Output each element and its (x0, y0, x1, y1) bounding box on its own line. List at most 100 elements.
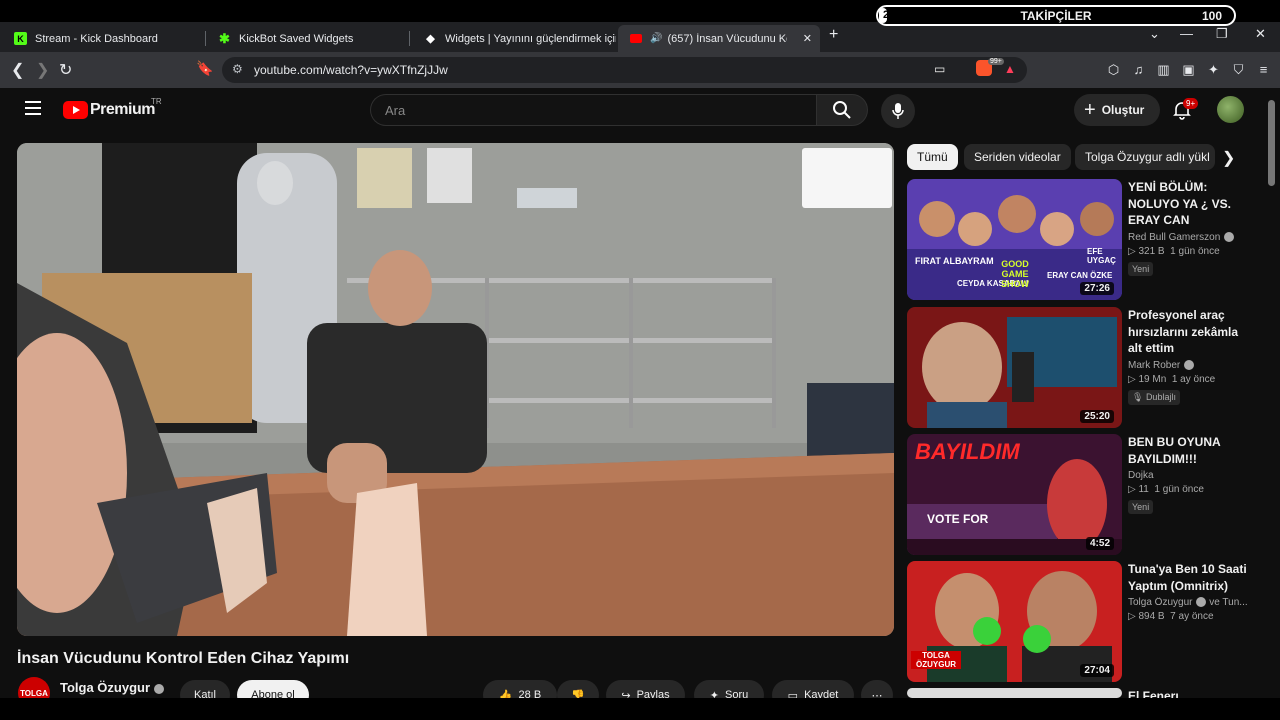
dubbing-icon: 🎙 (1132, 391, 1146, 402)
music-icon[interactable]: ♫ (1131, 62, 1146, 77)
youtube-icon (630, 34, 642, 43)
browser-tab-bar: K Stream - Kick Dashboard ✱ KickBot Save… (0, 22, 1280, 52)
verified-icon (1196, 597, 1207, 608)
recommendation-item[interactable]: FIRAT ALBAYRAM CEYDA KASABALI GOOD GAME … (907, 179, 1257, 301)
page-scrollbar[interactable] (1264, 88, 1280, 698)
menu-icon[interactable]: ≡ (1256, 62, 1271, 77)
notification-count-badge: 9+ (1183, 98, 1199, 109)
channel-text: Dojka (1128, 470, 1154, 481)
hamburger-menu-icon[interactable] (25, 101, 41, 115)
vpn-icon[interactable]: ⛉ (1231, 62, 1246, 77)
search-button[interactable] (816, 94, 868, 126)
chip-label: Seriden videolar (974, 150, 1061, 164)
badge-text: Dublajlı (1145, 391, 1176, 402)
new-badge: Yeni (1128, 500, 1154, 514)
recommendation-channel[interactable]: Dojka (1128, 470, 1253, 481)
recommendation-item[interactable]: BAYILDIM VOTE FOR 4:52 BEN BU OYUNA BAYI… (907, 434, 1257, 556)
create-label: Oluştur (1101, 103, 1145, 117)
browser-toolbar: ❮ ❯ ↻ 🔖 ⚙ youtube.com/watch?v=ywXTfnZjJJ… (0, 52, 1280, 88)
sidebar-icon[interactable]: ▥ (1156, 62, 1171, 77)
channel-text: Mark Rober (1128, 359, 1181, 371)
channel-name[interactable]: Tolga Özuygur (60, 680, 165, 695)
voice-search-button[interactable] (881, 94, 915, 128)
channel-name-text: Tolga Özuygur (60, 680, 151, 695)
chip-label: Tümü (917, 150, 948, 164)
chip-all[interactable]: Tümü (907, 144, 958, 170)
upload-age: 1 ay önce (1171, 373, 1216, 385)
tab-label: KickBot Saved Widgets (239, 32, 354, 45)
minimize-button[interactable]: — (1180, 26, 1193, 41)
video-player[interactable] (17, 143, 894, 636)
thumbnail-text: EFE UYGAÇ (1087, 247, 1116, 265)
new-tab-button[interactable]: + (829, 26, 838, 44)
cast-icon[interactable]: ▭ (934, 62, 945, 76)
channel-extra: ve Tun... (1209, 597, 1248, 608)
view-count: 19 Mn (1138, 373, 1167, 385)
search-icon (833, 101, 851, 119)
tab-youtube-active[interactable]: 🔊 (657) İnsan Vücudunu Kontrol ✕ (618, 25, 820, 52)
create-button[interactable]: + Oluştur (1074, 94, 1160, 126)
speaker-icon: 🔊 (650, 33, 663, 44)
view-count: 894 B (1138, 611, 1165, 622)
rewards-icon[interactable]: ▲ (1004, 62, 1016, 76)
extensions-icon[interactable]: ⬡ (1106, 62, 1121, 77)
wallet-icon[interactable]: ▣ (1181, 62, 1196, 77)
kickbot-icon: ✱ (219, 30, 230, 46)
thumbnail-text: BAYILDIM (915, 439, 1020, 464)
bookmark-icon[interactable]: 🔖 (196, 60, 213, 77)
recommendation-title[interactable]: YENİ BÖLÜM: NOLUYO YA ¿ VS. ERAY CAN ÖZK… (1128, 179, 1253, 229)
widgets-icon: ◆ (426, 33, 435, 45)
recommendation-meta: ▷ 894 B 7 ay önce (1128, 611, 1214, 622)
recommendation-meta: ▷ 321 B 1 gün önce (1128, 246, 1220, 257)
tab-search-chevron-icon[interactable]: ⌄ (1149, 26, 1160, 42)
recommendation-item[interactable]: El Fenerı (907, 688, 1257, 698)
search-input[interactable]: Ara (370, 94, 816, 126)
chip-series[interactable]: Seriden videolar (964, 144, 1071, 170)
maximize-button[interactable]: ❐ (1216, 26, 1228, 42)
verified-icon (154, 683, 165, 694)
recommendation-item[interactable]: TOLGA ÖZUYGUR 27:04 Tuna'ya Ben 10 Saati… (907, 561, 1257, 683)
site-settings-icon[interactable]: ⚙ (232, 62, 243, 76)
tab-label: Widgets | Yayınını güçlendirmek için (445, 32, 616, 45)
recommendation-title[interactable]: BEN BU OYUNA BAYILDIM!!! (1128, 434, 1253, 467)
chip-channel-uploads[interactable]: Tolga Özuygur adlı yükl (1075, 144, 1215, 170)
recommendation-channel[interactable]: Red Bull Gamerszon (1128, 232, 1253, 243)
user-avatar[interactable] (1217, 96, 1244, 123)
video-duration: 25:20 (1080, 410, 1114, 423)
recommendation-item[interactable]: 25:20 Profesyonel araç hırsızlarını zekâ… (907, 307, 1257, 429)
verified-icon (1184, 359, 1195, 370)
tab-label: (657) İnsan Vücudunu Kontrol (667, 32, 787, 45)
youtube-play-icon (63, 101, 88, 119)
tab-label: Stream - Kick Dashboard (35, 32, 158, 45)
video-duration: 27:04 (1080, 664, 1114, 677)
youtube-premium-logo[interactable]: Premium TR (63, 97, 162, 119)
window-close-button[interactable]: ✕ (1255, 26, 1266, 42)
youtube-header: Premium TR Ara + Oluştur (0, 88, 1264, 133)
back-button[interactable]: ❮ (11, 60, 24, 80)
chip-label: Tolga Özuygur adlı yükl (1085, 150, 1210, 164)
recommendation-title[interactable]: Tuna'ya Ben 10 Saati Yaptım (Omnitrix) (1128, 561, 1253, 594)
recommendation-meta: ▷ 19 Mn 1 ay önce (1128, 373, 1216, 385)
thumbnail-text: VOTE FOR (927, 512, 989, 526)
chevron-right-icon[interactable]: ❯ (1222, 148, 1235, 168)
tab-kickbot-widgets[interactable]: ✱ KickBot Saved Widgets (206, 25, 410, 52)
leo-ai-icon[interactable]: ✦ (1206, 62, 1221, 77)
view-count: 321 B (1138, 246, 1165, 257)
video-thumbnail[interactable] (907, 688, 1122, 698)
forward-button[interactable]: ❯ (36, 60, 49, 80)
recommendation-channel[interactable]: Tolga Özuygur ve Tun... (1128, 597, 1253, 608)
video-title: İnsan Vücudunu Kontrol Eden Cihaz Yapımı (17, 650, 350, 667)
dubbed-badge: 🎙 Dublajlı (1128, 389, 1180, 405)
reload-button[interactable]: ↻ (59, 60, 72, 80)
search-placeholder: Ara (385, 103, 406, 118)
tab-kick-dashboard[interactable]: K Stream - Kick Dashboard (2, 25, 206, 52)
address-bar[interactable]: ⚙ youtube.com/watch?v=ywXTfnZjJJw ▭ 99+ … (222, 57, 1027, 83)
plus-icon: + (1084, 99, 1096, 121)
scrollbar-thumb[interactable] (1268, 100, 1275, 186)
recommendation-channel[interactable]: Mark Rober (1128, 360, 1253, 371)
thumbnail-text: FIRAT ALBAYRAM (915, 256, 994, 266)
tab-widgets[interactable]: ◆ Widgets | Yayınını güçlendirmek için (412, 25, 616, 52)
recommendation-title[interactable]: Profesyonel araç hırsızlarını zekâmla al… (1128, 307, 1253, 357)
recommendation-title[interactable]: El Fenerı (1128, 688, 1253, 698)
close-icon[interactable]: ✕ (803, 32, 812, 45)
